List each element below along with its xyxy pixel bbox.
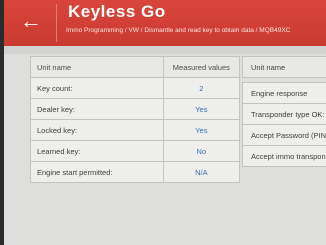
- measured-value-cell: 2: [162, 77, 241, 99]
- unit-name-cell: Engine start permitted:: [30, 161, 164, 183]
- table-row: Dealer key: Yes: [30, 98, 241, 120]
- table-row: Engine response: [242, 82, 326, 104]
- column-header-unit-name: Unit name: [30, 56, 164, 78]
- table-row: Key count: 2: [30, 77, 241, 99]
- header-divider: [56, 4, 57, 42]
- app-screen: ← Keyless Go Immo Programming / VW / Dis…: [4, 0, 326, 245]
- unit-name-cell: Transponder type OK:: [242, 103, 326, 125]
- table-row: Locked key: Yes: [30, 119, 241, 141]
- unit-name-cell: Accept Password (PIN): [242, 124, 326, 146]
- unit-name-cell: Locked key:: [30, 119, 164, 141]
- measured-values-table: Unit name Measured values Key count: 2 D…: [30, 56, 241, 183]
- unit-name-cell: Key count:: [30, 77, 164, 99]
- column-header-measured-values: Measured values: [162, 56, 241, 78]
- table-row: Accept Password (PIN): [242, 124, 326, 146]
- back-arrow-icon[interactable]: ←: [20, 10, 50, 32]
- app-header: ← Keyless Go Immo Programming / VW / Dis…: [4, 0, 326, 46]
- measured-value-cell: No: [162, 140, 241, 162]
- header-subbar: [4, 46, 326, 54]
- measured-value-cell: Yes: [162, 98, 241, 120]
- page-title: Keyless Go: [68, 2, 166, 21]
- table-header-row: Unit name: [242, 56, 326, 78]
- column-header-unit-name: Unit name: [242, 56, 326, 78]
- measured-value-cell: N/A: [162, 161, 241, 183]
- table-row: Learned key: No: [30, 140, 241, 162]
- table-row: Transponder type OK:: [242, 103, 326, 125]
- measured-value-cell: Yes: [162, 119, 241, 141]
- breadcrumb: Immo Programming / VW / Dismantle and re…: [66, 27, 291, 34]
- unit-name-cell: Learned key:: [30, 140, 164, 162]
- table-header-row: Unit name Measured values: [30, 56, 241, 78]
- table-row: Engine start permitted: N/A: [30, 161, 241, 183]
- unit-name-cell: Accept immo transpond: [242, 145, 326, 167]
- unit-name-table: Unit name Engine response Transponder ty…: [242, 56, 326, 167]
- unit-name-cell: Engine response: [242, 82, 326, 104]
- table-row: Accept immo transpond: [242, 145, 326, 167]
- unit-name-cell: Dealer key:: [30, 98, 164, 120]
